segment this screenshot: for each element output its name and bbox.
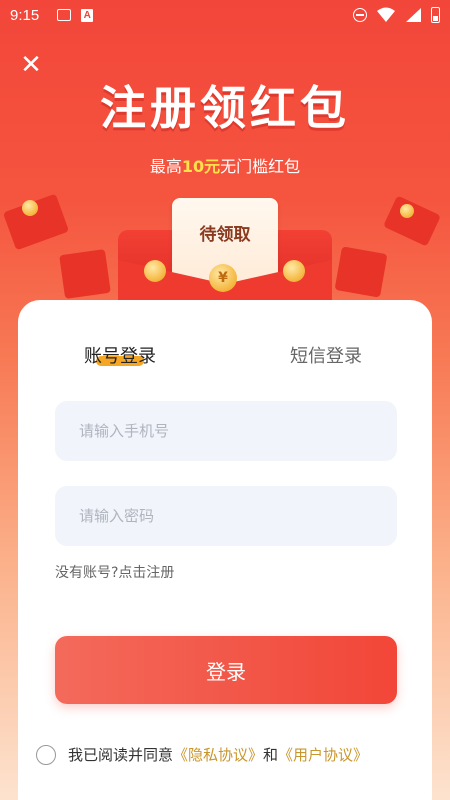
phone-input[interactable] (55, 401, 397, 461)
dnd-icon (353, 8, 367, 22)
subtitle-suffix: 无门槛红包 (220, 157, 301, 176)
promo-subtitle: 最高10元无门槛红包 (0, 153, 450, 177)
decor-coin (400, 204, 414, 218)
red-envelope-illustration: 待领取 ¥ (0, 180, 450, 320)
coin-icon (283, 260, 305, 282)
password-input[interactable] (55, 486, 397, 546)
login-button[interactable]: 登录 (55, 636, 397, 704)
image-icon (57, 9, 72, 21)
decor-envelope (383, 195, 441, 247)
wifi-icon (377, 7, 395, 22)
yuan-coin-icon: ¥ (209, 264, 237, 292)
signal-icon (406, 8, 421, 22)
register-link[interactable]: 没有账号?点击注册 (55, 562, 174, 582)
coin-icon (144, 260, 166, 282)
agreement-prefix: 我已阅读并同意 (68, 746, 174, 764)
status-bar: 9:15 A (0, 0, 450, 30)
a-app-icon: A (81, 8, 94, 22)
page-title: 注册领红包 (100, 81, 350, 135)
battery-icon (431, 7, 440, 23)
tab-account-login[interactable]: 账号登录 (84, 342, 156, 368)
subtitle-prefix: 最高 (149, 157, 182, 176)
envelope-card-label: 待领取 (199, 225, 251, 245)
privacy-policy-link[interactable]: 《隐私协议》 (173, 744, 263, 765)
tab-account-label: 账号登录 (84, 346, 156, 367)
decor-coin (22, 200, 38, 216)
agreement-row: 我已阅读并同意 《隐私协议》 和 《用户协议》 (36, 744, 368, 765)
status-right-icons (353, 7, 440, 23)
decor-envelope (334, 246, 388, 298)
status-left-icons: A (57, 8, 94, 22)
tab-sms-login[interactable]: 短信登录 (290, 342, 362, 368)
user-agreement-link[interactable]: 《用户协议》 (278, 744, 368, 765)
status-time: 9:15 (10, 6, 40, 24)
agree-checkbox[interactable] (36, 744, 56, 765)
subtitle-amount: 10元 (181, 157, 221, 176)
tab-sms-label: 短信登录 (290, 346, 362, 367)
login-card: 账号登录 短信登录 没有账号?点击注册 登录 我已阅读并同意 《隐私协议》 和 … (18, 300, 432, 800)
agreement-and: 和 (263, 746, 279, 764)
decor-envelope (59, 249, 111, 299)
